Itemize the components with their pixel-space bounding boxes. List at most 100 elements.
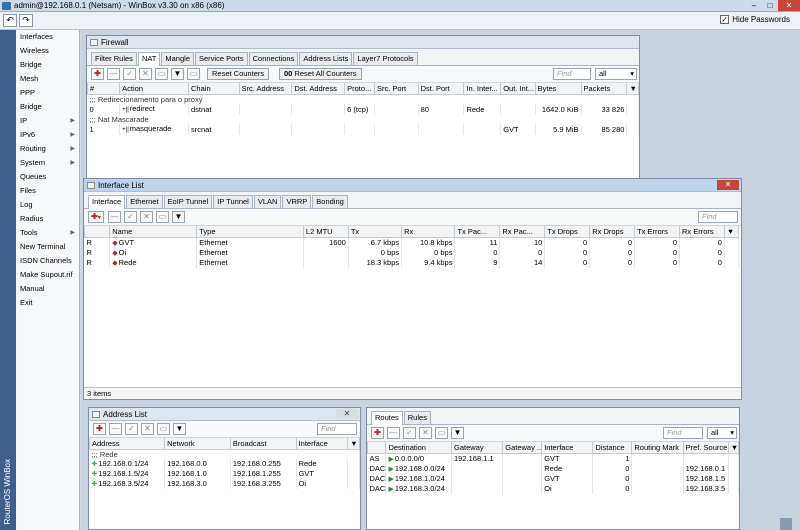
table-row[interactable]: DAC ▶192.168.0.0/24 Rede 0 192.168.0.1 [367, 463, 740, 474]
menu-item[interactable]: Make Supout.rif [16, 268, 79, 282]
menu-item[interactable]: PPP [16, 86, 79, 100]
interface-list-titlebar[interactable]: Interface List ✕ [84, 179, 741, 192]
column-header[interactable]: Interface [541, 442, 594, 454]
menu-item[interactable]: ISDN Channels [16, 254, 79, 268]
add-button[interactable]: ✚ [93, 423, 106, 435]
interface-list-window[interactable]: Interface List ✕ Interface Ethernet EoIP T… [83, 178, 742, 400]
table-row[interactable]: 1 +||masquerade srcnat GVT 5.9 MiB 85 280 [87, 123, 639, 135]
column-header[interactable]: Gateway ... [502, 442, 543, 454]
firewall-window[interactable]: Firewall Filter Rules NAT Mangle Service Po… [86, 35, 640, 183]
tab[interactable]: IP Tunnel [213, 195, 253, 208]
comment-button[interactable]: ▭ [155, 68, 168, 80]
tab[interactable]: Connections [248, 52, 299, 65]
firewall-titlebar[interactable]: Firewall [87, 36, 639, 49]
routes-find-input[interactable]: Find [663, 427, 703, 439]
column-chooser[interactable]: ▼ [347, 438, 360, 450]
menu-item[interactable]: Tools ▶ [16, 226, 79, 240]
menu-item[interactable]: Bridge [16, 100, 79, 114]
interface-find-input[interactable]: Find [698, 211, 738, 223]
close-app-button[interactable]: ✕ [778, 0, 800, 11]
comment-button[interactable]: ▭ [435, 427, 448, 439]
table-row[interactable]: R ◆Rede Ethernet 18.3 kbps 9.4 kbps 9 14 0 0 0 0 [84, 257, 740, 268]
remove-button[interactable]: — [108, 211, 121, 223]
disable-button[interactable]: ✕ [139, 68, 152, 80]
column-header[interactable] [366, 442, 387, 454]
column-header[interactable]: # [86, 83, 121, 95]
enable-button[interactable]: ✓ [124, 211, 137, 223]
table-row[interactable]: AS ▶0.0.0.0/0 192.168.1.1 GVT 1 [367, 453, 740, 464]
redo-button[interactable]: ↷ [19, 14, 33, 27]
reset-icon-button[interactable]: ▭ [187, 68, 200, 80]
column-header[interactable]: Gateway [451, 442, 504, 454]
column-header[interactable]: Rx Pac... [499, 226, 546, 238]
tab[interactable]: Interface [88, 195, 126, 209]
column-header[interactable]: Pref. Source [682, 442, 729, 454]
menu-item[interactable]: Wireless [16, 44, 79, 58]
column-header[interactable]: Tx [347, 226, 403, 238]
tab[interactable]: Service Ports [195, 52, 248, 65]
tab[interactable]: Address Lists [299, 52, 353, 65]
column-header[interactable]: Bytes [534, 83, 582, 95]
tab[interactable]: Rules [403, 411, 431, 424]
column-header[interactable]: Network [164, 438, 231, 450]
address-list-titlebar[interactable]: Address List ✕ [89, 408, 360, 421]
table-row[interactable]: 0 +||redirect dstnat 6 (tcp) 80 Rede 1642.0 Ki… [87, 103, 639, 115]
column-header[interactable]: Name [109, 226, 198, 238]
address-find-input[interactable]: Find [317, 423, 357, 435]
tab[interactable]: Ethernet [126, 195, 163, 208]
column-header[interactable]: Tx Drops [544, 226, 591, 238]
address-list-window[interactable]: Address List ✕ ✚ — ✓ ✕ ▭ ▼ Find Address N… [88, 407, 361, 530]
table-row[interactable]: DAC ▶192.168.1.0/24 GVT 0 192.168.1.5 [367, 473, 740, 484]
tab[interactable]: Mangle [161, 52, 194, 65]
reset-all-counters-button[interactable]: 00 Reset All Counters [279, 68, 362, 80]
column-header[interactable]: Type [196, 226, 304, 238]
table-row[interactable]: ✚192.168.1.5/24 192.168.1.0 192.168.1.255 G… [89, 468, 360, 479]
column-header[interactable]: L2 MTU [302, 226, 349, 238]
table-row[interactable]: R ◆Oi Ethernet 0 bps 0 bps 0 0 0 0 0 0 [84, 247, 740, 258]
tab[interactable]: VLAN [253, 195, 282, 208]
menu-item[interactable]: New Terminal [16, 240, 79, 254]
filter-button[interactable]: ▼ [172, 211, 185, 223]
hide-passwords-checkbox[interactable]: ✓ [720, 15, 730, 24]
add-button[interactable]: ✚▾ [88, 211, 104, 223]
remove-button[interactable]: — [107, 68, 120, 80]
routes-filter-select[interactable]: all ▾ [707, 427, 737, 439]
column-header[interactable]: Src. Address [238, 83, 293, 95]
column-header[interactable]: Rx [401, 226, 456, 238]
table-row[interactable]: ;;; Redirecionamento para o proxy [87, 94, 639, 104]
disable-button[interactable]: ✕ [141, 423, 154, 435]
column-header[interactable]: Tx Pac... [454, 226, 501, 238]
table-row[interactable]: DAC ▶192.168.3.0/24 Oi 0 192.168.3.5 [367, 483, 740, 494]
column-header[interactable]: Chain [188, 83, 240, 95]
enable-button[interactable]: ✓ [403, 427, 416, 439]
column-header[interactable]: Action [119, 83, 190, 95]
close-window-button[interactable]: ✕ [717, 180, 739, 190]
column-header[interactable]: Dst. Address [291, 83, 346, 95]
remove-button[interactable]: — [109, 423, 122, 435]
tab[interactable]: EoIP Tunnel [163, 195, 213, 208]
comment-button[interactable]: ▭ [156, 211, 169, 223]
filter-button[interactable]: ▼ [173, 423, 186, 435]
column-header[interactable]: Routing Mark [631, 442, 684, 454]
firewall-find-input[interactable]: Find [553, 68, 591, 80]
enable-button[interactable]: ✓ [123, 68, 136, 80]
column-header[interactable]: Rx Errors [679, 226, 725, 238]
menu-item[interactable]: Queues [16, 170, 79, 184]
column-header[interactable]: Proto... [344, 83, 375, 95]
filter-button[interactable]: ▼ [171, 68, 184, 80]
column-header[interactable]: Destination [385, 442, 453, 454]
add-button[interactable]: ✚ [371, 427, 384, 439]
tab[interactable]: Bonding [312, 195, 348, 208]
column-header[interactable]: Address [88, 438, 166, 450]
menu-item[interactable]: IPv6 ▶ [16, 128, 79, 142]
table-row[interactable]: ;;; Rede [89, 449, 360, 459]
reset-counters-button[interactable]: Reset Counters [207, 68, 270, 80]
maximize-button[interactable]: □ [762, 0, 778, 11]
table-row[interactable]: ;;; Nat Mascarade [87, 114, 639, 124]
menu-item[interactable]: Manual [16, 282, 79, 296]
menu-item[interactable]: Bridge [16, 58, 79, 72]
table-row[interactable]: ✚192.168.0.1/24 192.168.0.0 192.168.0.255 R… [89, 458, 360, 469]
disable-button[interactable]: ✕ [140, 211, 153, 223]
menu-item[interactable]: Mesh [16, 72, 79, 86]
table-row[interactable]: ✚192.168.3.5/24 192.168.3.0 192.168.3.255 O… [89, 478, 360, 489]
